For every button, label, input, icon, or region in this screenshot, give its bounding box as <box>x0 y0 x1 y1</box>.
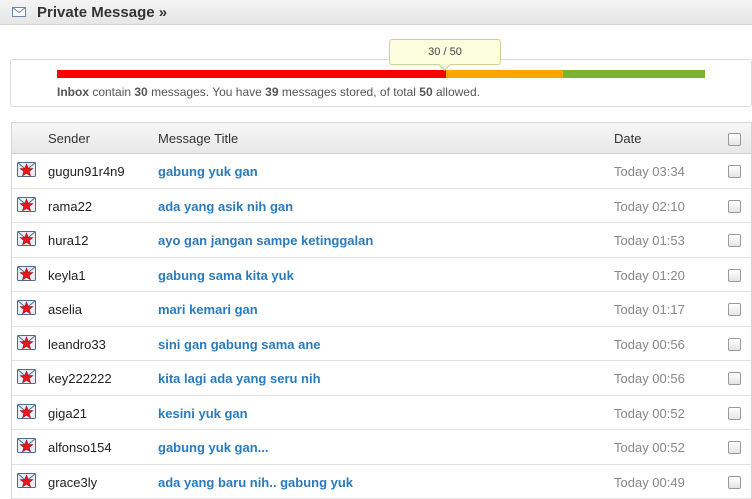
quota-bar-used <box>57 70 446 78</box>
message-title-link[interactable]: ada yang asik nih gan <box>158 199 293 214</box>
quota-text-part: messages stored, of total <box>279 85 420 99</box>
row-select-checkbox[interactable] <box>728 303 741 316</box>
column-header-title[interactable]: Message Title <box>158 131 238 146</box>
quota-text-part: messages. You have <box>148 85 265 99</box>
message-date: Today 01:17 <box>614 302 685 317</box>
message-date: Today 00:49 <box>614 475 685 490</box>
message-title-link[interactable]: gabung yuk gan... <box>158 440 269 455</box>
message-sender[interactable]: rama22 <box>48 199 92 214</box>
message-title-link[interactable]: ayo gan jangan sampe ketinggalan <box>158 233 373 248</box>
row-select-checkbox[interactable] <box>728 441 741 454</box>
message-date: Today 02:10 <box>614 199 685 214</box>
unread-message-star-icon <box>17 438 36 453</box>
message-date: Today 03:34 <box>614 164 685 179</box>
message-title-link[interactable]: sini gan gabung sama ane <box>158 337 321 352</box>
stored-count: 39 <box>265 85 278 99</box>
message-date: Today 01:20 <box>614 268 685 283</box>
message-date: Today 01:53 <box>614 233 685 248</box>
table-header: Sender Message Title Date <box>12 123 751 154</box>
message-date: Today 00:56 <box>614 337 685 352</box>
table-row[interactable]: alfonso154 gabung yuk gan... Today 00:52 <box>12 430 751 465</box>
quota-text: Inbox contain 30 messages. You have 39 m… <box>57 85 480 99</box>
message-title-link[interactable]: gabung yuk gan <box>158 164 258 179</box>
row-select-checkbox[interactable] <box>728 200 741 213</box>
table-row[interactable]: leandro33 sini gan gabung sama ane Today 0… <box>12 327 751 362</box>
row-select-checkbox[interactable] <box>728 234 741 247</box>
quota-tooltip: 30 / 50 <box>389 39 501 65</box>
column-header-date[interactable]: Date <box>614 131 641 146</box>
message-sender[interactable]: grace3ly <box>48 475 97 490</box>
message-title-link[interactable]: ada yang baru nih.. gabung yuk <box>158 475 353 490</box>
message-title-link[interactable]: gabung sama kita yuk <box>158 268 294 283</box>
unread-message-star-icon <box>17 369 36 384</box>
unread-message-star-icon <box>17 404 36 419</box>
message-sender[interactable]: alfonso154 <box>48 440 112 455</box>
message-title-link[interactable]: mari kemari gan <box>158 302 258 317</box>
quota-bar-free <box>563 70 705 78</box>
unread-message-star-icon <box>17 473 36 488</box>
quota-text-part: contain <box>89 85 134 99</box>
row-select-checkbox[interactable] <box>728 165 741 178</box>
message-sender[interactable]: gugun91r4n9 <box>48 164 125 179</box>
total-allowed: 50 <box>419 85 432 99</box>
message-date: Today 00:52 <box>614 406 685 421</box>
row-select-checkbox[interactable] <box>728 476 741 489</box>
row-select-checkbox[interactable] <box>728 372 741 385</box>
quota-panel <box>10 59 752 107</box>
table-row[interactable]: rama22 ada yang asik nih gan Today 02:10 <box>12 189 751 224</box>
message-sender[interactable]: key222222 <box>48 371 112 386</box>
table-row[interactable]: aselia mari kemari gan Today 01:17 <box>12 292 751 327</box>
unread-message-star-icon <box>17 231 36 246</box>
message-sender[interactable]: keyla1 <box>48 268 86 283</box>
select-all-checkbox[interactable] <box>728 133 741 146</box>
unread-message-star-icon <box>17 335 36 350</box>
table-row[interactable]: grace3ly ada yang baru nih.. gabung yuk To… <box>12 465 751 499</box>
row-select-checkbox[interactable] <box>728 338 741 351</box>
message-title-link[interactable]: kesini yuk gan <box>158 406 248 421</box>
quota-bar <box>57 70 705 78</box>
unread-message-star-icon <box>17 162 36 177</box>
message-sender[interactable]: leandro33 <box>48 337 106 352</box>
message-sender[interactable]: giga21 <box>48 406 87 421</box>
inbox-count: 30 <box>134 85 147 99</box>
table-row[interactable]: gugun91r4n9 gabung yuk gan Today 03:34 <box>12 154 751 189</box>
message-sender[interactable]: hura12 <box>48 233 88 248</box>
row-select-checkbox[interactable] <box>728 407 741 420</box>
unread-message-star-icon <box>17 266 36 281</box>
page-title: Private Message » <box>37 4 167 21</box>
unread-message-star-icon <box>17 197 36 212</box>
message-date: Today 00:56 <box>614 371 685 386</box>
quota-bar-warning <box>446 70 563 78</box>
quota-text-part: allowed. <box>433 85 480 99</box>
table-row[interactable]: hura12 ayo gan jangan sampe ketinggalan To… <box>12 223 751 258</box>
message-sender[interactable]: aselia <box>48 302 82 317</box>
table-row[interactable]: giga21 kesini yuk gan Today 00:52 <box>12 396 751 431</box>
column-header-sender[interactable]: Sender <box>48 131 90 146</box>
inbox-label: Inbox <box>57 85 89 99</box>
table-row[interactable]: key222222 kita lagi ada yang seru nih Toda… <box>12 361 751 396</box>
envelope-icon <box>12 7 26 17</box>
page-header: Private Message » <box>0 0 752 25</box>
table-row[interactable]: keyla1 gabung sama kita yuk Today 01:20 <box>12 258 751 293</box>
row-select-checkbox[interactable] <box>728 269 741 282</box>
message-title-link[interactable]: kita lagi ada yang seru nih <box>158 371 321 386</box>
message-table: Sender Message Title Date gugun91r4n9 gab… <box>11 122 752 499</box>
unread-message-star-icon <box>17 300 36 315</box>
message-date: Today 00:52 <box>614 440 685 455</box>
